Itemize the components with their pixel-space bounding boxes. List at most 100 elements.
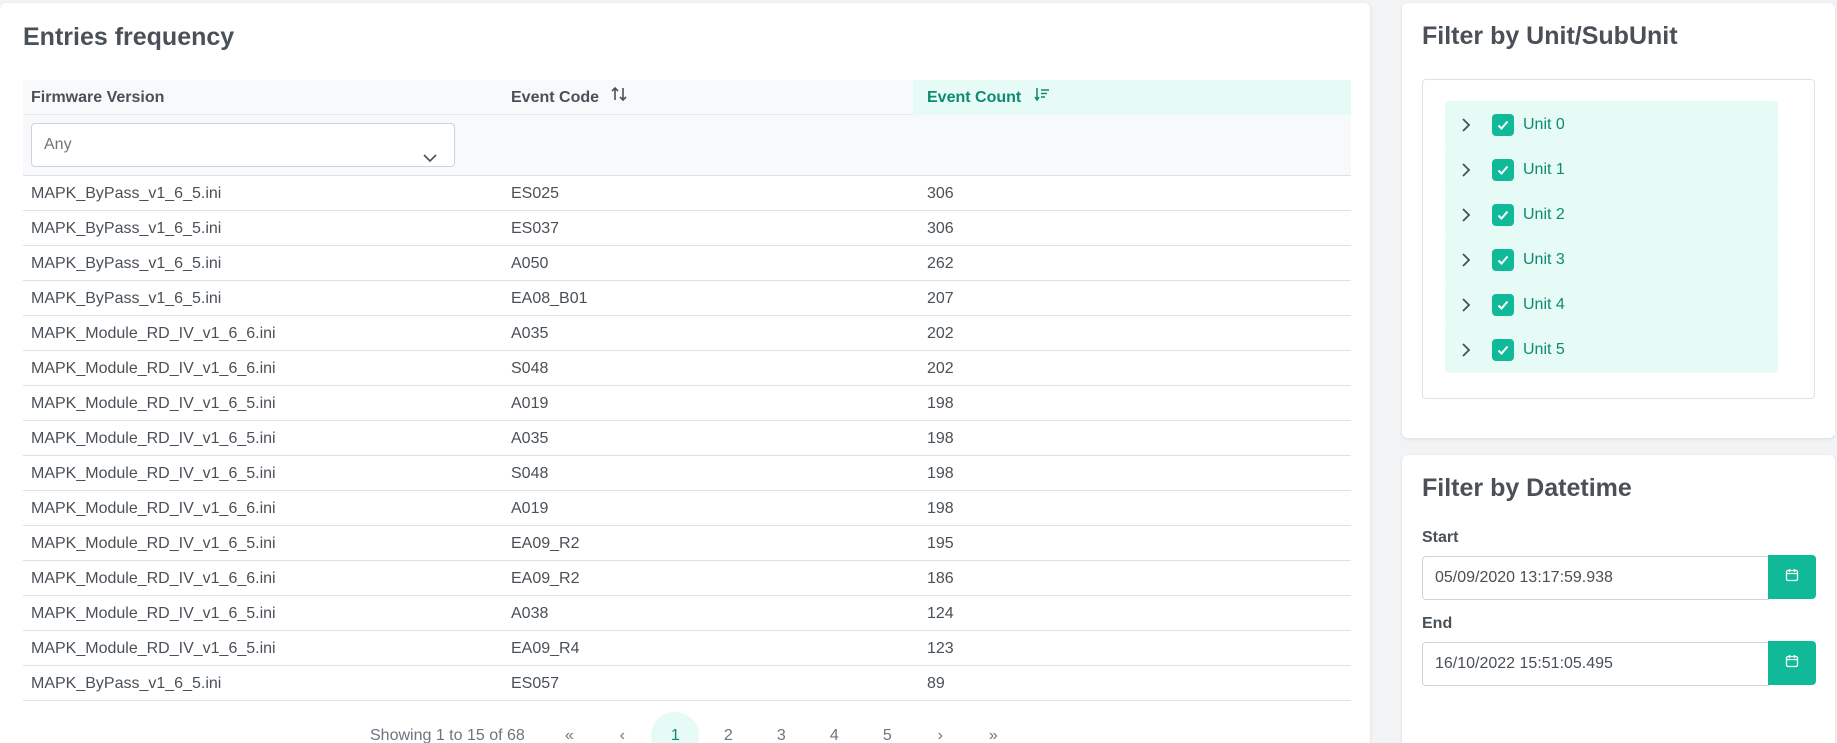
entries-table: Firmware Version Event Code Event Count [23,80,1351,701]
start-calendar-button[interactable] [1768,555,1816,599]
pagination-info: Showing 1 to 15 of 68 [370,727,525,743]
unit-filter-title: Filter by Unit/SubUnit [1422,22,1678,50]
table-row: MAPK_Module_RD_IV_v1_6_5.ini S048 198 [23,456,1351,491]
unit-tree-item[interactable]: Unit 3 [1445,236,1778,283]
unit-tree-item[interactable]: Unit 5 [1445,326,1778,373]
next-page-button[interactable]: › [916,712,964,743]
cell-event-count: 202 [927,325,954,342]
cell-event-count: 198 [927,465,954,482]
unit-tree-item[interactable]: Unit 1 [1445,146,1778,193]
table-row: MAPK_ByPass_v1_6_5.ini A050 262 [23,246,1351,281]
cell-event-code: EA09_R2 [511,535,580,552]
table-row: MAPK_Module_RD_IV_v1_6_5.ini A019 198 [23,386,1351,421]
table-row: MAPK_ByPass_v1_6_5.ini ES025 306 [23,176,1351,211]
cell-firmware: MAPK_ByPass_v1_6_5.ini [31,185,222,202]
unit-checkbox[interactable] [1492,114,1514,136]
unit-label: Unit 0 [1523,116,1565,133]
cell-event-code: A050 [511,255,549,272]
cell-firmware: MAPK_Module_RD_IV_v1_6_5.ini [31,395,276,412]
sort-both-icon[interactable] [611,80,628,115]
cell-event-code: EA08_B01 [511,290,588,307]
chevron-right-icon[interactable] [1461,342,1471,363]
table-row: MAPK_Module_RD_IV_v1_6_6.ini EA09_R2 186 [23,561,1351,596]
page-button-3[interactable]: 3 [757,712,805,743]
cell-event-code: EA09_R2 [511,570,580,587]
page-button-4[interactable]: 4 [810,712,858,743]
end-label: End [1422,615,1453,632]
unit-label: Unit 2 [1523,206,1565,223]
pagination: Showing 1 to 15 of 68 « ‹ 12345 › » [370,712,1020,743]
cell-event-count: 198 [927,430,954,447]
cell-event-count: 207 [927,290,954,307]
chevron-right-icon[interactable] [1461,117,1471,138]
cell-event-count: 306 [927,185,954,202]
chevron-right-icon[interactable] [1461,162,1471,183]
unit-tree-item[interactable]: Unit 2 [1445,191,1778,238]
unit-checkbox[interactable] [1492,249,1514,271]
unit-tree-item[interactable]: Unit 4 [1445,281,1778,328]
cell-event-count: 123 [927,640,954,657]
column-header-firmware: Firmware Version [31,89,165,106]
cell-firmware: MAPK_Module_RD_IV_v1_6_5.ini [31,640,276,657]
cell-firmware: MAPK_ByPass_v1_6_5.ini [31,255,222,272]
cell-event-code: EA09_R4 [511,640,580,657]
table-row: MAPK_Module_RD_IV_v1_6_5.ini EA09_R2 195 [23,526,1351,561]
unit-label: Unit 4 [1523,296,1565,313]
unit-checkbox[interactable] [1492,159,1514,181]
cell-event-count: 306 [927,220,954,237]
cell-event-count: 198 [927,395,954,412]
page-button-1[interactable]: 1 [651,712,700,743]
chevron-right-icon[interactable] [1461,252,1471,273]
table-row: MAPK_ByPass_v1_6_5.ini ES037 306 [23,211,1351,246]
unit-checkbox[interactable] [1492,294,1514,316]
cell-firmware: MAPK_Module_RD_IV_v1_6_5.ini [31,430,276,447]
firmware-filter-dropdown[interactable]: Any [31,123,455,167]
cell-firmware: MAPK_Module_RD_IV_v1_6_5.ini [31,605,276,622]
end-datetime-input[interactable]: 16/10/2022 15:51:05.495 [1422,642,1769,686]
cell-event-code: A035 [511,325,549,342]
table-row: MAPK_Module_RD_IV_v1_6_6.ini A019 198 [23,491,1351,526]
table-row: MAPK_Module_RD_IV_v1_6_6.ini A035 202 [23,316,1351,351]
datetime-filter-title: Filter by Datetime [1422,474,1632,502]
cell-firmware: MAPK_Module_RD_IV_v1_6_5.ini [31,465,276,482]
unit-label: Unit 3 [1523,251,1565,268]
table-header: Firmware Version Event Code Event Count [23,80,1351,115]
chevron-right-icon[interactable] [1461,207,1471,228]
cell-firmware: MAPK_Module_RD_IV_v1_6_6.ini [31,360,276,377]
chevron-right-icon[interactable] [1461,297,1471,318]
first-page-button[interactable]: « [545,712,593,743]
unit-label: Unit 5 [1523,341,1565,358]
cell-event-code: S048 [511,465,549,482]
cell-event-count: 202 [927,360,954,377]
filter-row: Any [23,115,1351,176]
start-label: Start [1422,529,1459,546]
unit-tree[interactable]: Unit 0 Unit 1 Unit 2 Unit 3 Unit 4 Unit 5 [1422,79,1815,399]
page-button-2[interactable]: 2 [704,712,752,743]
column-header-event-count[interactable]: Event Count [913,80,1351,115]
last-page-button[interactable]: » [969,712,1017,743]
unit-checkbox[interactable] [1492,339,1514,361]
sort-descending-icon[interactable] [1034,80,1050,115]
column-header-event-code[interactable]: Event Code [503,80,628,115]
table-row: MAPK_ByPass_v1_6_5.ini EA08_B01 207 [23,281,1351,316]
page-title: Entries frequency [23,23,235,51]
unit-filter-card: Filter by Unit/SubUnit Unit 0 Unit 1 Unit … [1402,3,1835,438]
table-row: MAPK_Module_RD_IV_v1_6_5.ini A035 198 [23,421,1351,456]
unit-tree-item[interactable]: Unit 0 [1445,101,1778,148]
prev-page-button[interactable]: ‹ [598,712,646,743]
calendar-icon [1785,568,1799,587]
unit-checkbox[interactable] [1492,204,1514,226]
cell-firmware: MAPK_Module_RD_IV_v1_6_6.ini [31,570,276,587]
datetime-filter-card: Filter by Datetime Start 05/09/2020 13:1… [1402,455,1835,743]
page-button-5[interactable]: 5 [863,712,911,743]
table-row: MAPK_ByPass_v1_6_5.ini ES057 89 [23,666,1351,701]
start-datetime-input[interactable]: 05/09/2020 13:17:59.938 [1422,556,1769,600]
chevron-down-icon [422,139,438,181]
entries-frequency-card: Entries frequency Firmware Version Event… [0,3,1370,743]
cell-firmware: MAPK_ByPass_v1_6_5.ini [31,290,222,307]
end-calendar-button[interactable] [1768,641,1816,685]
cell-event-count: 124 [927,605,954,622]
cell-event-count: 186 [927,570,954,587]
table-body: MAPK_ByPass_v1_6_5.ini ES025 306 MAPK_ByPas… [23,176,1351,701]
cell-event-code: S048 [511,360,549,377]
